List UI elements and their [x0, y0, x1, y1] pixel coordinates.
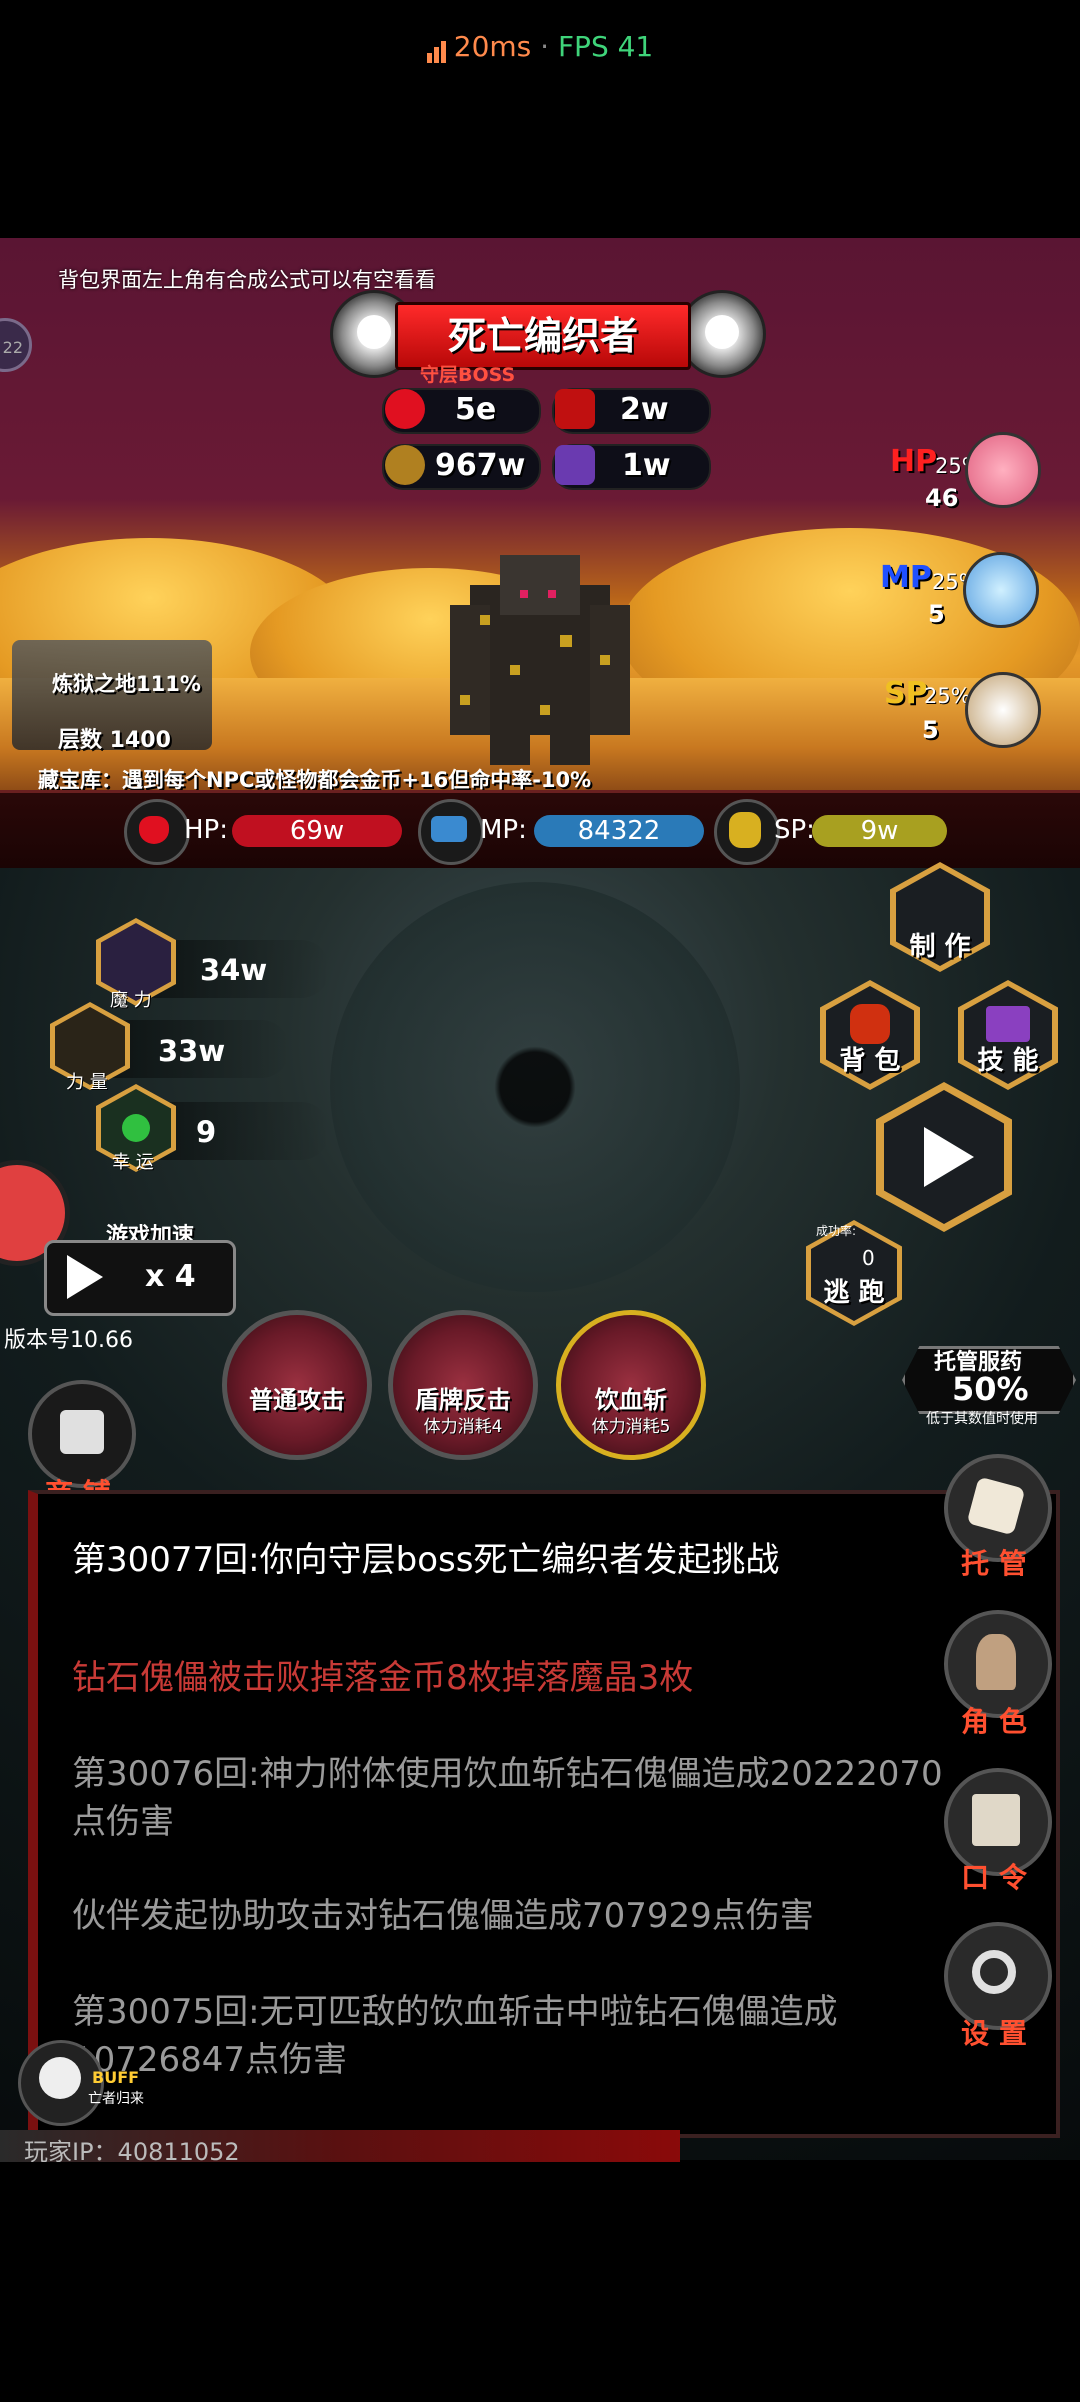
- signal-icon: [426, 30, 448, 63]
- stats-separator: ·: [531, 30, 558, 63]
- sp-label: SP:: [774, 815, 815, 845]
- auto-potion-note: 低于其数值时使用: [926, 1411, 1038, 1427]
- skills-label: 技 能: [977, 1046, 1039, 1076]
- boss-hp-value: 5e: [455, 392, 497, 427]
- skill-name: 盾牌反击: [415, 1386, 511, 1414]
- version-text: 版本号10.66: [4, 1328, 133, 1353]
- network-stats: 20ms · FPS 41: [0, 30, 1080, 63]
- attr-value: 9: [196, 1115, 217, 1149]
- log-line: 第30077回:你向守层boss死亡编织者发起挑战: [72, 1540, 780, 1580]
- floor-number: 层数 1400: [58, 728, 171, 753]
- sp-potion-label: SP: [884, 676, 928, 711]
- status-bar: 20ms · FPS 41: [0, 0, 1080, 100]
- sp-potion-icon[interactable]: [965, 672, 1041, 748]
- escape-success-value: 0: [862, 1246, 875, 1270]
- log-line: 第30076回:神力附体使用饮血斩钻石傀儡造成20222070点伤害: [72, 1754, 943, 1842]
- bag-label: 背 包: [839, 1046, 901, 1076]
- magic-shield-icon: [555, 445, 595, 485]
- boss-attack-value: 967w: [435, 448, 526, 483]
- bow-icon: [385, 445, 425, 485]
- skill-name: 普通攻击: [249, 1386, 345, 1414]
- mp-potion-icon[interactable]: [963, 552, 1039, 628]
- attr-tag: 幸 运: [112, 1152, 154, 1173]
- mp-potion-label: MP: [880, 560, 932, 595]
- hp-potion-count: 46: [925, 484, 959, 512]
- skill-name: 饮血斩: [595, 1386, 667, 1414]
- sp-value: 9w: [812, 815, 947, 847]
- escape-success-label: 成功率:: [816, 1224, 857, 1238]
- fps-text: FPS 41: [557, 30, 654, 63]
- mp-helmet-icon: [418, 799, 484, 865]
- sp-muscle-icon: [714, 799, 780, 865]
- attr-value: 33w: [158, 1034, 226, 1068]
- log-line: 第30075回:无可匹敌的饮血斩击中啦钻石傀儡造成10726847点伤害: [72, 1992, 838, 2080]
- center-disc: [330, 882, 740, 1292]
- buff-name: 亡者归来: [88, 2091, 144, 2107]
- log-line: 伙伴发起协助攻击对钻石傀儡造成707929点伤害: [72, 1896, 814, 1936]
- speed-multiplier: x 4: [145, 1259, 196, 1294]
- sp-potion-count: 5: [922, 716, 939, 744]
- attr-value: 34w: [200, 953, 268, 987]
- sp-potion-pct: 25%: [924, 684, 971, 708]
- auto-label: 托 管: [961, 1547, 1027, 1580]
- skill-cost: 体力消耗5: [591, 1417, 671, 1437]
- hp-value: 69w: [232, 815, 402, 847]
- boss-magic-defense-value: 1w: [622, 448, 671, 483]
- boss-monster-sprite[interactable]: [440, 555, 640, 765]
- attr-tag: 魔 力: [110, 990, 152, 1011]
- password-label: 口 令: [961, 1861, 1027, 1894]
- boss-defense-value: 2w: [620, 392, 669, 427]
- battle-log: 第30077回:你向守层boss死亡编织者发起挑战 钻石傀儡被击败掉落金币8枚掉…: [28, 1490, 1060, 2138]
- hp-label: HP:: [184, 815, 228, 845]
- ping-text: 20ms: [453, 30, 532, 63]
- buff-label: BUFF: [92, 2068, 140, 2087]
- mp-value: 84322: [534, 815, 704, 847]
- mp-label: MP:: [480, 815, 527, 845]
- skill-cost: 体力消耗4: [423, 1417, 503, 1437]
- boss-tag: 守层BOSS: [420, 364, 516, 386]
- bottom-black-area: [0, 2162, 1080, 2402]
- speed-button[interactable]: x 4: [44, 1240, 236, 1316]
- log-line: 钻石傀儡被击败掉落金币8枚掉落魔晶3枚: [72, 1658, 694, 1698]
- hp-potion-icon[interactable]: [965, 432, 1041, 508]
- heart-icon: [385, 389, 425, 429]
- boss-skull-right-icon: [678, 290, 766, 378]
- heart-icon: [124, 799, 190, 865]
- mp-potion-count: 5: [928, 600, 945, 628]
- hp-potion-label: HP: [890, 444, 938, 479]
- shield-icon: [555, 389, 595, 429]
- floor-name: 炼狱之地111%: [52, 672, 201, 696]
- player-resource-bar: HP: 69w MP: 84322 SP: 9w: [0, 790, 1080, 874]
- character-label: 角 色: [961, 1705, 1027, 1738]
- settings-label: 设 置: [961, 2017, 1027, 2050]
- escape-label: 逃 跑: [823, 1278, 885, 1308]
- attr-tag: 力 量: [66, 1072, 108, 1093]
- auto-potion-value[interactable]: 50%: [952, 1370, 1029, 1408]
- craft-label: 制 作: [909, 932, 971, 962]
